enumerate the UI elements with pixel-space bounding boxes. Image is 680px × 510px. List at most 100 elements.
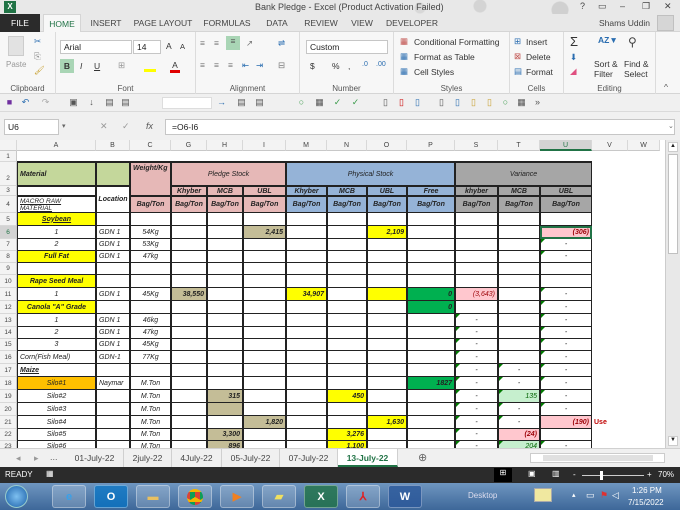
cell-empty[interactable]	[171, 226, 207, 239]
find-select-button[interactable]: Find &	[624, 59, 649, 69]
cell-c21[interactable]: M.Ton	[130, 416, 171, 429]
cell-i21[interactable]: 1,820	[243, 416, 286, 429]
cell-empty[interactable]	[498, 288, 540, 301]
cell-empty[interactable]	[130, 213, 171, 226]
cell-empty[interactable]	[286, 239, 327, 251]
column-header-t[interactable]: T	[498, 140, 540, 151]
row-header-14[interactable]: 14	[0, 327, 17, 339]
cell-empty[interactable]	[130, 301, 171, 314]
cell-empty[interactable]	[367, 301, 407, 314]
cell-empty[interactable]	[367, 288, 407, 301]
cell-empty[interactable]	[286, 263, 327, 275]
toolbar-icon-2[interactable]: ▤	[104, 97, 115, 108]
page-break-view-icon[interactable]: ▥	[552, 469, 560, 478]
header-n-mcb[interactable]: MCB	[327, 186, 367, 196]
cell-o6[interactable]: 2,109	[367, 226, 407, 239]
row-header-5[interactable]: 5	[0, 213, 17, 226]
cell-empty[interactable]	[367, 327, 407, 339]
cell-empty[interactable]	[498, 226, 540, 239]
currency-button[interactable]: $	[310, 61, 315, 71]
check-list-icon[interactable]: ✓	[332, 97, 343, 108]
cell-empty[interactable]	[286, 429, 327, 441]
cell-empty[interactable]	[407, 364, 455, 377]
cell-empty[interactable]	[286, 226, 327, 239]
cell-empty[interactable]	[243, 441, 286, 448]
cell-empty[interactable]	[367, 390, 407, 403]
cell-s11[interactable]: (3,643)	[455, 288, 498, 301]
zoom-slider-handle[interactable]	[600, 471, 603, 480]
header-weight[interactable]: Weight/Kg	[130, 162, 171, 196]
cell-c23[interactable]: M.Ton	[130, 441, 171, 448]
cell-a15[interactable]: 3	[17, 339, 96, 351]
header-s-bagton[interactable]: Bag/Ton	[455, 196, 498, 213]
cell-empty[interactable]	[367, 239, 407, 251]
redo-icon[interactable]: ↷	[40, 97, 51, 108]
cell-u19[interactable]: -	[540, 390, 592, 403]
cell-empty[interactable]	[243, 288, 286, 301]
cell-empty[interactable]	[243, 314, 286, 327]
header-o-bagton[interactable]: Bag/Ton	[367, 196, 407, 213]
cell-u14[interactable]: -	[540, 327, 592, 339]
cell-empty[interactable]	[327, 403, 367, 416]
desktop-toolbar[interactable]: Desktop	[468, 491, 497, 500]
cell-empty[interactable]	[407, 314, 455, 327]
cell-empty[interactable]	[286, 213, 327, 226]
cell-a21[interactable]: Silo#4	[17, 416, 96, 429]
tablet-input-icon[interactable]	[534, 488, 552, 502]
taskbar-ie[interactable]: e	[52, 485, 86, 508]
cell-a22[interactable]: Silo#5	[17, 429, 96, 441]
cell-empty[interactable]	[243, 275, 286, 288]
cell-a16[interactable]: Corn(Fish Meal)	[17, 351, 96, 364]
cell-empty[interactable]	[367, 429, 407, 441]
align-middle-icon[interactable]: ≡	[214, 38, 219, 48]
row-header-4[interactable]: 4	[0, 196, 17, 213]
network-icon[interactable]: ▭	[586, 490, 595, 501]
cell-b13[interactable]: GDN 1	[96, 314, 130, 327]
cell-empty[interactable]	[407, 263, 455, 275]
prev-sheet-button[interactable]: ◂	[16, 453, 21, 464]
arrow-down-icon[interactable]: ↓	[86, 97, 97, 108]
cell-styles-button[interactable]: Cell Styles	[414, 67, 454, 77]
cell-empty[interactable]	[17, 263, 96, 275]
cell-empty[interactable]	[407, 416, 455, 429]
header-m-bagton[interactable]: Bag/Ton	[286, 196, 327, 213]
doc-icon-6[interactable]: ▯	[468, 97, 479, 108]
cell-c14[interactable]: 47kg	[130, 327, 171, 339]
cell-empty[interactable]	[171, 301, 207, 314]
doc-icon-2[interactable]: ▯	[396, 97, 407, 108]
decrease-indent-icon[interactable]: ⇤	[242, 60, 249, 71]
cell-empty[interactable]	[498, 314, 540, 327]
fill-color-icon[interactable]	[144, 60, 156, 72]
align-top-icon[interactable]: ≡	[200, 38, 205, 48]
column-header-h[interactable]: H	[207, 140, 243, 151]
underline-button[interactable]: U	[94, 61, 100, 71]
cell-n22[interactable]: 3,276	[327, 429, 367, 441]
toolbar-icon-4[interactable]: ▤	[236, 97, 247, 108]
header-physical-stock[interactable]: Physical Stock	[286, 162, 455, 186]
cell-empty[interactable]	[171, 416, 207, 429]
cell-empty[interactable]	[286, 390, 327, 403]
cell-a18[interactable]: Silo#1	[17, 377, 96, 390]
tab-developer[interactable]: DEVELOPER	[386, 14, 438, 32]
close-button[interactable]: ✕	[664, 1, 672, 12]
volume-icon[interactable]: ◁	[612, 490, 619, 501]
cell-b16[interactable]: GDN-1	[96, 351, 130, 364]
grow-font-button[interactable]: A	[166, 41, 172, 51]
align-left-icon[interactable]: ≡	[200, 60, 205, 70]
cell-empty[interactable]	[367, 351, 407, 364]
bold-button[interactable]: B	[60, 59, 74, 73]
cell-empty[interactable]	[540, 275, 592, 288]
cell-empty[interactable]	[207, 377, 243, 390]
cell-empty[interactable]	[327, 339, 367, 351]
cell-empty[interactable]	[327, 416, 367, 429]
row-header-9[interactable]: 9	[0, 263, 17, 275]
sheet-tab-07-july[interactable]: 07-July-22	[280, 449, 338, 467]
cell-empty[interactable]	[367, 403, 407, 416]
row-header-13[interactable]: 13	[0, 314, 17, 327]
cell-empty[interactable]	[207, 364, 243, 377]
sheet-tab-13-july[interactable]: 13-July-22	[338, 449, 398, 467]
cell-i6[interactable]: 2,415	[243, 226, 286, 239]
column-header-w[interactable]: W	[628, 140, 660, 151]
cell-empty[interactable]	[286, 364, 327, 377]
cell-t20[interactable]: -	[498, 403, 540, 416]
